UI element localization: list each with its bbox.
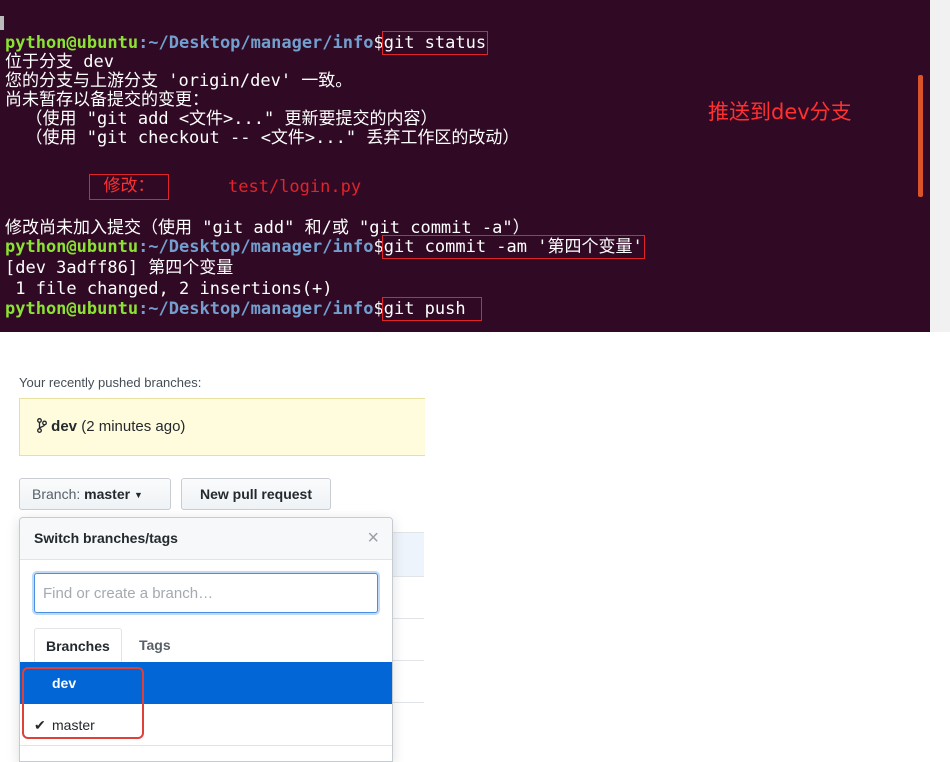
branch-item-label: dev [52, 675, 77, 691]
recent-branch-banner: dev (2 minutes ago) [19, 398, 425, 456]
terminal-changed-line: 1 file changed, 2 insertions(+) [5, 279, 333, 299]
close-icon[interactable]: × [367, 527, 379, 550]
terminal-output-line: （使用 "git checkout -- <文件>..." 丢弃工作区的改动） [5, 128, 520, 148]
branch-filter-input[interactable] [34, 573, 378, 613]
prompt-symbol: $ [373, 237, 384, 257]
caret-down-icon: ▼ [133, 490, 143, 500]
file-list-row [392, 532, 424, 577]
new-pull-request-button[interactable]: New pull request [181, 478, 331, 510]
file-list-row [392, 618, 424, 663]
file-list-row [392, 576, 424, 621]
file-list-row [392, 660, 424, 705]
terminal-window: python@ubuntu:~/Desktop/manager/info$git… [0, 0, 930, 332]
prompt-symbol: $ [373, 33, 384, 53]
terminal-output-line: 位于分支 dev [5, 52, 114, 72]
terminal-commit-line: [dev 3adff86] 第四个变量 [5, 258, 234, 278]
terminal-output-line: 您的分支与上游分支 'origin/dev' 一致。 [5, 71, 353, 91]
check-icon: ✔ [34, 717, 46, 733]
prompt-user: python@ubuntu [5, 237, 139, 257]
git-branch-icon [37, 418, 47, 433]
terminal-scrollbar[interactable] [918, 75, 923, 197]
terminal-prompt-line-3: python@ubuntu:~/Desktop/manager/info$git… [5, 297, 482, 321]
tab-branches[interactable]: Branches [34, 628, 122, 663]
terminal-prompt-line-1: python@ubuntu:~/Desktop/manager/info$git… [5, 31, 489, 55]
push-annotation: 推送到dev分支 [708, 100, 852, 124]
branch-item-label: master [52, 717, 95, 733]
file-list-row [392, 702, 424, 747]
branch-button-value: master [84, 486, 131, 502]
dropdown-header: Switch branches/tags × [20, 518, 392, 560]
prompt-symbol: $ [373, 299, 384, 319]
branch-button-label: Branch: [32, 486, 81, 502]
dropdown-tabs: Branches Tags [20, 628, 392, 663]
recent-branch-time: (2 minutes ago) [81, 418, 186, 435]
command-git-status: git status [381, 31, 489, 55]
prompt-path: :~/Desktop/manager/info [138, 299, 374, 319]
terminal-output-line: （使用 "git add <文件>..." 更新要提交的内容） [5, 109, 438, 129]
prompt-path: :~/Desktop/manager/info [138, 237, 374, 257]
recent-branches-label: Your recently pushed branches: [19, 375, 202, 390]
branch-select-button[interactable]: Branch: master ▼ [19, 478, 171, 510]
dropdown-title: Switch branches/tags [34, 530, 178, 546]
prompt-user: python@ubuntu [5, 299, 139, 319]
prompt-user: python@ubuntu [5, 33, 139, 53]
background-window-strip [930, 0, 950, 332]
terminal-edge-marker [0, 16, 4, 30]
recent-branch-name[interactable]: dev [51, 418, 77, 435]
branch-item-master[interactable]: ✔ master [20, 704, 392, 746]
branch-switcher-dropdown: Switch branches/tags × Branches Tags dev… [19, 517, 393, 762]
command-git-push: git push [381, 297, 482, 321]
modified-file: test/login.py [228, 177, 362, 197]
terminal-summary-line: 修改尚未加入提交（使用 "git add" 和/或 "git commit -a… [5, 218, 530, 238]
terminal-output-line: 尚未暂存以备提交的变更： [5, 90, 209, 110]
modified-label: 修改： [89, 174, 169, 200]
branch-item-dev[interactable]: dev [20, 662, 392, 704]
prompt-path: :~/Desktop/manager/info [138, 33, 374, 53]
tab-tags[interactable]: Tags [128, 628, 182, 662]
command-git-commit: git commit -am '第四个变量' [381, 235, 645, 259]
terminal-prompt-line-2: python@ubuntu:~/Desktop/manager/info$git… [5, 235, 645, 259]
